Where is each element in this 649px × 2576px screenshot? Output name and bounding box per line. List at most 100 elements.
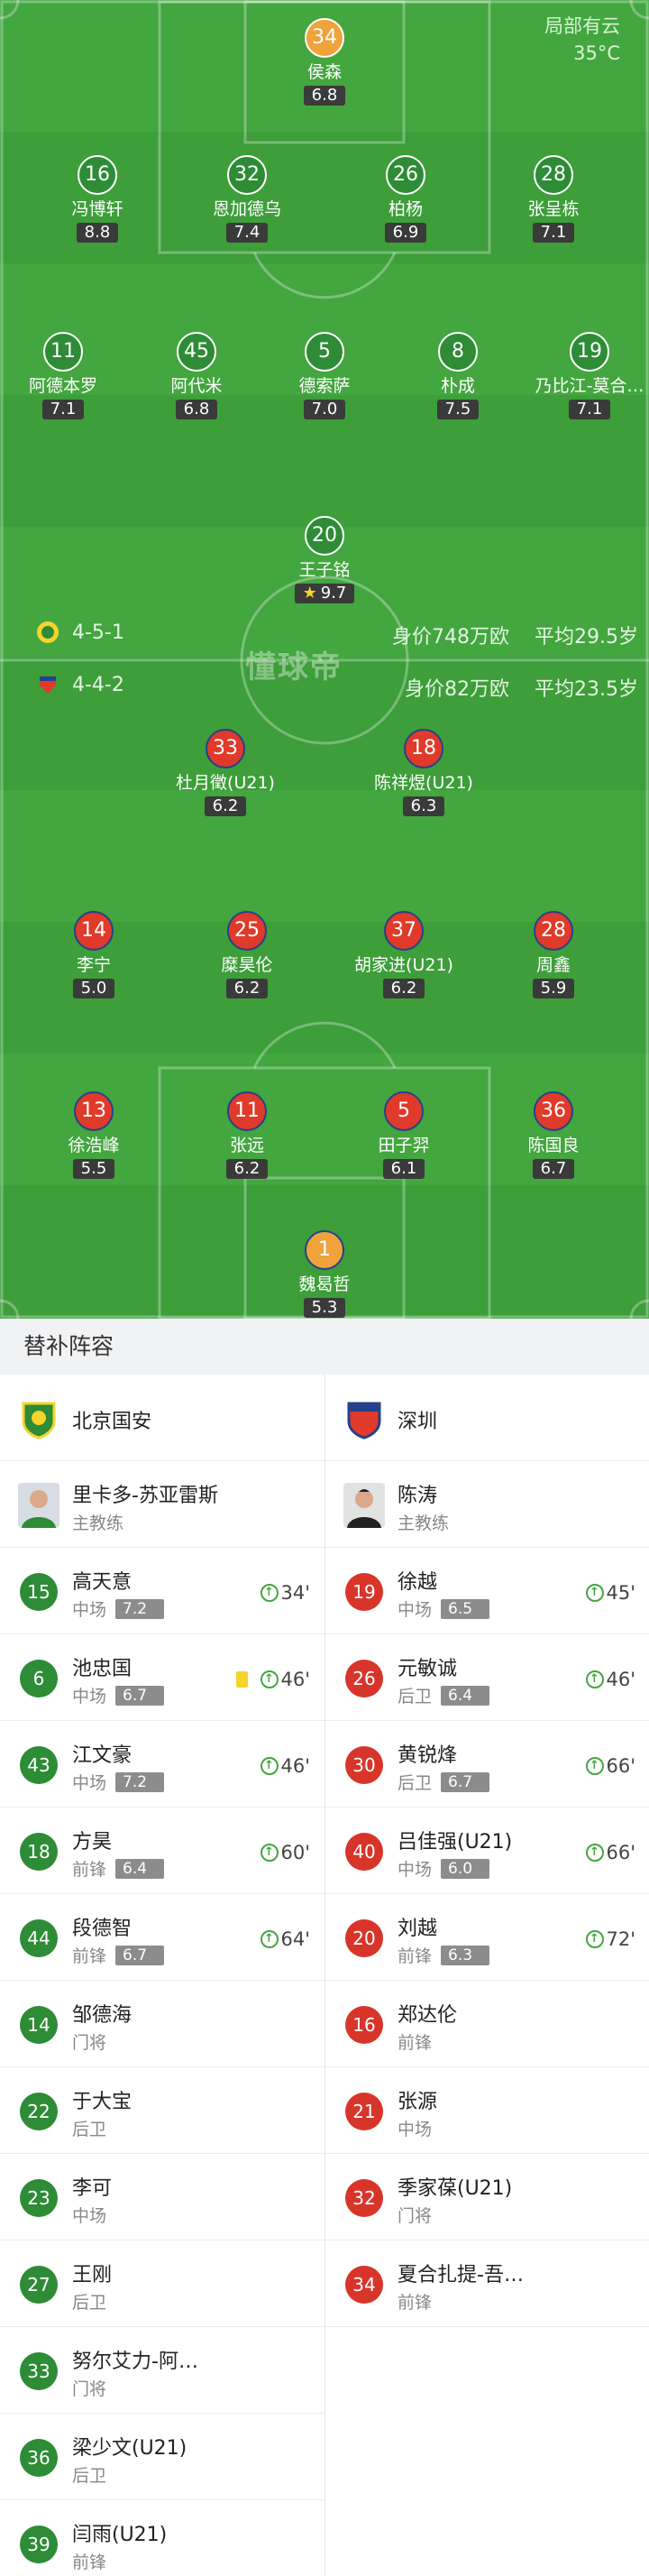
rating-value: 7.1	[576, 400, 603, 419]
sub-player-row[interactable]: 20 刘越 前锋 6.3 ↑ 72'	[325, 1894, 649, 1981]
sub-number: 21	[345, 2093, 383, 2130]
sub-player-row[interactable]: 22 于大宝 后卫	[0, 2067, 324, 2154]
sub-rating: 6.7	[441, 1771, 490, 1792]
sub-rating: 6.3	[441, 1945, 490, 1965]
sub-player-row[interactable]: 21 张源 中场	[325, 2067, 649, 2154]
rating-value: 6.8	[311, 86, 338, 105]
away-value: 身价82万欧	[405, 678, 509, 701]
sub-name: 元敏诚	[398, 1658, 458, 1680]
sub-position: 后卫	[72, 2116, 106, 2140]
player-away[interactable]: 28 周鑫 5.9	[472, 911, 635, 998]
sub-rating: 6.0	[441, 1858, 490, 1879]
player-number: 45	[177, 332, 216, 372]
sub-position-text: 中场	[72, 1687, 107, 1707]
player-home[interactable]: 26 柏杨 6.9	[324, 155, 487, 243]
sub-player-row[interactable]: 27 王刚 后卫	[0, 2240, 324, 2327]
sub-player-row[interactable]: 32 季家葆(U21) 门将	[325, 2154, 649, 2240]
sub-number: 6	[20, 1660, 58, 1697]
sub-on-time: ↑ 66'	[585, 1755, 635, 1777]
sub-player-row[interactable]: 30 黄锐烽 后卫 6.7 ↑ 66'	[325, 1721, 649, 1808]
sub-on-time: ↑ 60'	[260, 1842, 310, 1863]
sub-on-time: ↑ 34'	[260, 1582, 311, 1604]
sub-player-row[interactable]: 34 夏合扎提-吾… 前锋	[325, 2240, 649, 2327]
sub-rating: 6.7	[115, 1945, 165, 1965]
player-away[interactable]: 25 糜昊伦 6.2	[166, 911, 328, 998]
player-home[interactable]: 19 乃比江-莫合… 7.1	[508, 332, 649, 419]
rating-value: 8.8	[84, 223, 111, 242]
player-home[interactable]: 32 恩加德乌 7.4	[166, 155, 328, 243]
player-home[interactable]: 28 张呈栋 7.1	[472, 155, 635, 243]
sub-player-row[interactable]: 16 郑达伦 前锋	[325, 1981, 649, 2067]
rating-value: 6.1	[390, 1159, 417, 1178]
rating-value: 6.2	[212, 796, 239, 815]
yellow-card-icon	[235, 1671, 248, 1688]
sub-on-time: ↑ 72'	[585, 1928, 635, 1950]
player-number: 37	[384, 911, 424, 951]
player-rating: 6.2	[382, 979, 425, 998]
sub-number: 43	[20, 1746, 58, 1784]
sub-number: 30	[345, 1746, 383, 1784]
sub-position-text: 中场	[72, 1600, 107, 1620]
player-away[interactable]: 11 张远 6.2	[166, 1091, 328, 1179]
sub-on-icon: ↑	[585, 1670, 604, 1688]
away-coach-row[interactable]: 陈涛 主教练	[325, 1461, 649, 1548]
player-away[interactable]: 37 胡家进(U21) 6.2	[323, 911, 485, 998]
player-away[interactable]: 18 陈祥煜(U21) 6.3	[343, 729, 505, 816]
sub-number: 22	[20, 2093, 58, 2130]
player-rating: 8.8	[76, 223, 119, 243]
sub-name: 吕佳强(U21)	[398, 1831, 513, 1854]
player-away[interactable]: 1 魏曷哲 5.3	[243, 1230, 406, 1318]
player-rating: ★ 9.7	[294, 584, 355, 603]
sub-on-icon: ↑	[585, 1584, 604, 1602]
player-name: 胡家进(U21)	[354, 955, 453, 975]
player-away[interactable]: 5 田子羿 6.1	[323, 1091, 485, 1179]
sub-position: 中场 6.5	[398, 1596, 490, 1621]
sub-player-row[interactable]: 36 梁少文(U21) 后卫	[0, 2414, 324, 2500]
sub-player-row[interactable]: 26 元敏诚 后卫 6.4 ↑ 46'	[325, 1634, 649, 1721]
sub-player-row[interactable]: 6 池忠国 中场 6.7 ↑ 46'	[0, 1634, 324, 1721]
sub-on-icon: ↑	[260, 1844, 279, 1862]
sub-name: 段德智	[72, 1918, 133, 1940]
mvp-star-icon: ★	[302, 584, 317, 603]
player-rating: 5.5	[72, 1159, 115, 1179]
home-coach-name: 里卡多-苏亚雷斯	[72, 1485, 218, 1507]
player-home[interactable]: 34 侯森 6.8	[243, 18, 406, 106]
sub-position: 中场 6.0	[398, 1856, 490, 1881]
player-number: 32	[227, 155, 267, 195]
player-home[interactable]: 16 冯博轩 8.8	[16, 155, 178, 243]
player-away[interactable]: 33 杜月徵(U21) 6.2	[144, 729, 306, 816]
sub-position: 前锋	[398, 2289, 432, 2314]
sub-player-row[interactable]: 18 方昊 前锋 6.4 ↑ 60'	[0, 1808, 324, 1894]
player-away[interactable]: 13 徐浩峰 5.5	[13, 1091, 175, 1179]
sub-number: 27	[20, 2266, 58, 2304]
player-away[interactable]: 36 陈国良 6.7	[472, 1091, 635, 1179]
sub-player-row[interactable]: 15 高天意 中场 7.2 ↑ 34'	[0, 1548, 324, 1634]
sub-position: 后卫 6.4	[398, 1683, 490, 1707]
away-subs-header[interactable]: 深圳	[325, 1375, 649, 1461]
player-rating: 7.4	[225, 223, 269, 243]
home-coach-row[interactable]: 里卡多-苏亚雷斯 主教练	[0, 1461, 324, 1548]
player-rating: 6.1	[382, 1159, 425, 1179]
home-subs-header[interactable]: 北京国安	[0, 1375, 324, 1461]
player-away[interactable]: 14 李宁 5.0	[13, 911, 175, 998]
sub-on-minute: 34'	[280, 1582, 311, 1604]
sub-player-row[interactable]: 44 段德智 前锋 6.7 ↑ 64'	[0, 1894, 324, 1981]
sub-player-row[interactable]: 43 江文豪 中场 7.2 ↑ 46'	[0, 1721, 324, 1808]
sub-player-row[interactable]: 39 闫雨(U21) 前锋	[0, 2500, 324, 2576]
rating-value: 7.0	[311, 400, 338, 419]
sub-player-row[interactable]: 40 吕佳强(U21) 中场 6.0 ↑ 66'	[325, 1808, 649, 1894]
player-rating: 7.1	[532, 223, 575, 243]
away-team-name: 深圳	[398, 1411, 438, 1433]
player-name: 恩加德乌	[212, 199, 281, 219]
sub-position-text: 后卫	[72, 2466, 107, 2486]
rating-value: 6.2	[233, 979, 261, 998]
sub-player-row[interactable]: 33 努尔艾力-阿… 门将	[0, 2327, 324, 2414]
sub-on-time: ↑ 64'	[260, 1928, 310, 1950]
sub-player-row[interactable]: 19 徐越 中场 6.5 ↑ 45'	[325, 1548, 649, 1634]
sub-player-row[interactable]: 23 李可 中场	[0, 2154, 324, 2240]
sub-player-row[interactable]: 14 邹德海 门将	[0, 1981, 324, 2067]
player-name: 乃比江-莫合…	[535, 376, 644, 396]
sub-position: 中场 7.2	[72, 1596, 165, 1621]
player-home[interactable]: 20 王子铭 ★ 9.7	[243, 516, 406, 603]
sub-number: 20	[345, 1919, 383, 1957]
